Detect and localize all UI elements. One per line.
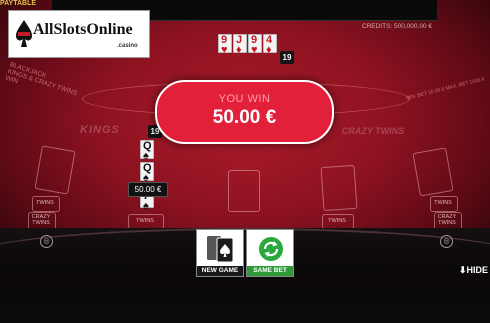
new-game-button[interactable]: NEW GAME xyxy=(196,229,244,277)
logo-text: AllSlotsOnline xyxy=(33,21,133,38)
suit-diamonds-icon: ♦ xyxy=(236,44,242,56)
left-arc-text: BLACKJACK KINGS & CRAZY TWINS WIN xyxy=(5,61,81,103)
crazy-twins-emblem: CRAZY TWINS xyxy=(341,126,405,136)
dealer-card: 4 ♦ xyxy=(263,34,277,56)
suit-diamonds-icon: ♦ xyxy=(266,44,272,56)
card-suit-logo-icon xyxy=(16,20,32,47)
twins-label-1: TWINS xyxy=(36,200,54,206)
repeat-icon xyxy=(259,237,283,261)
twins-label-4: TWINS xyxy=(328,218,346,224)
crazy-twins-label-1: CRAZY TWINS xyxy=(31,214,51,226)
crazy-twins-label-5: CRAZY TWINS xyxy=(437,214,457,226)
suit-spades-icon: ♠ xyxy=(143,150,149,162)
casino-logo: AllSlotsOnline .casino xyxy=(8,10,150,58)
win-banner: YOU WIN 50.00 € xyxy=(155,80,334,144)
player-card: Q ♠ xyxy=(140,140,154,162)
suit-hearts-icon: ♥ xyxy=(251,44,258,56)
win-amount: 50.00 € xyxy=(212,107,277,128)
player-card: Q ♠ xyxy=(140,162,154,184)
dealer-card: J ♦ xyxy=(233,34,247,56)
bet-spot-1[interactable] xyxy=(34,145,76,195)
dealer-card: 9 ♥ xyxy=(248,34,262,56)
right-arc-text: MIN. BET 10.00 € MAX. BET 1000 € xyxy=(405,76,486,102)
credits-display: CREDITS: 500,000.00 € xyxy=(361,23,432,30)
twins-label-2: TWINS xyxy=(136,218,154,224)
cards-icon xyxy=(207,236,234,263)
bet-spot-5[interactable] xyxy=(412,147,454,197)
paytable-link[interactable]: PAYTABLE xyxy=(0,0,36,7)
hide-button[interactable]: ⬇HIDE xyxy=(459,265,488,276)
bet-spot-4[interactable] xyxy=(320,164,358,212)
logo-subtext: .casino xyxy=(117,43,138,49)
suit-hearts-icon: ♥ xyxy=(221,44,228,56)
win-label: YOU WIN xyxy=(218,93,271,105)
same-bet-button[interactable]: SAME BET xyxy=(246,229,294,277)
suit-spades-icon: ♠ xyxy=(143,200,149,212)
blackjack-table: PAYTABLE CREDITS: 500,000.00 € BLACKJACK… xyxy=(0,0,490,323)
bottom-arc-divider xyxy=(0,228,490,290)
chip-stack-icon-right: ◎ xyxy=(440,235,453,248)
dealer-card: 9 ♥ xyxy=(218,34,232,56)
hide-label: HIDE xyxy=(466,265,488,275)
bet-spot-3[interactable] xyxy=(228,170,260,212)
chip-stack-icon-left: ◎ xyxy=(40,235,53,248)
twins-label-5: TWINS xyxy=(434,200,452,206)
player-bet-amount: 50.00 € xyxy=(128,182,168,197)
kings-emblem: KINGS xyxy=(80,124,120,136)
same-bet-label: SAME BET xyxy=(247,266,293,276)
new-game-label: NEW GAME xyxy=(197,266,243,276)
dealer-total-badge: 19 xyxy=(280,51,294,64)
